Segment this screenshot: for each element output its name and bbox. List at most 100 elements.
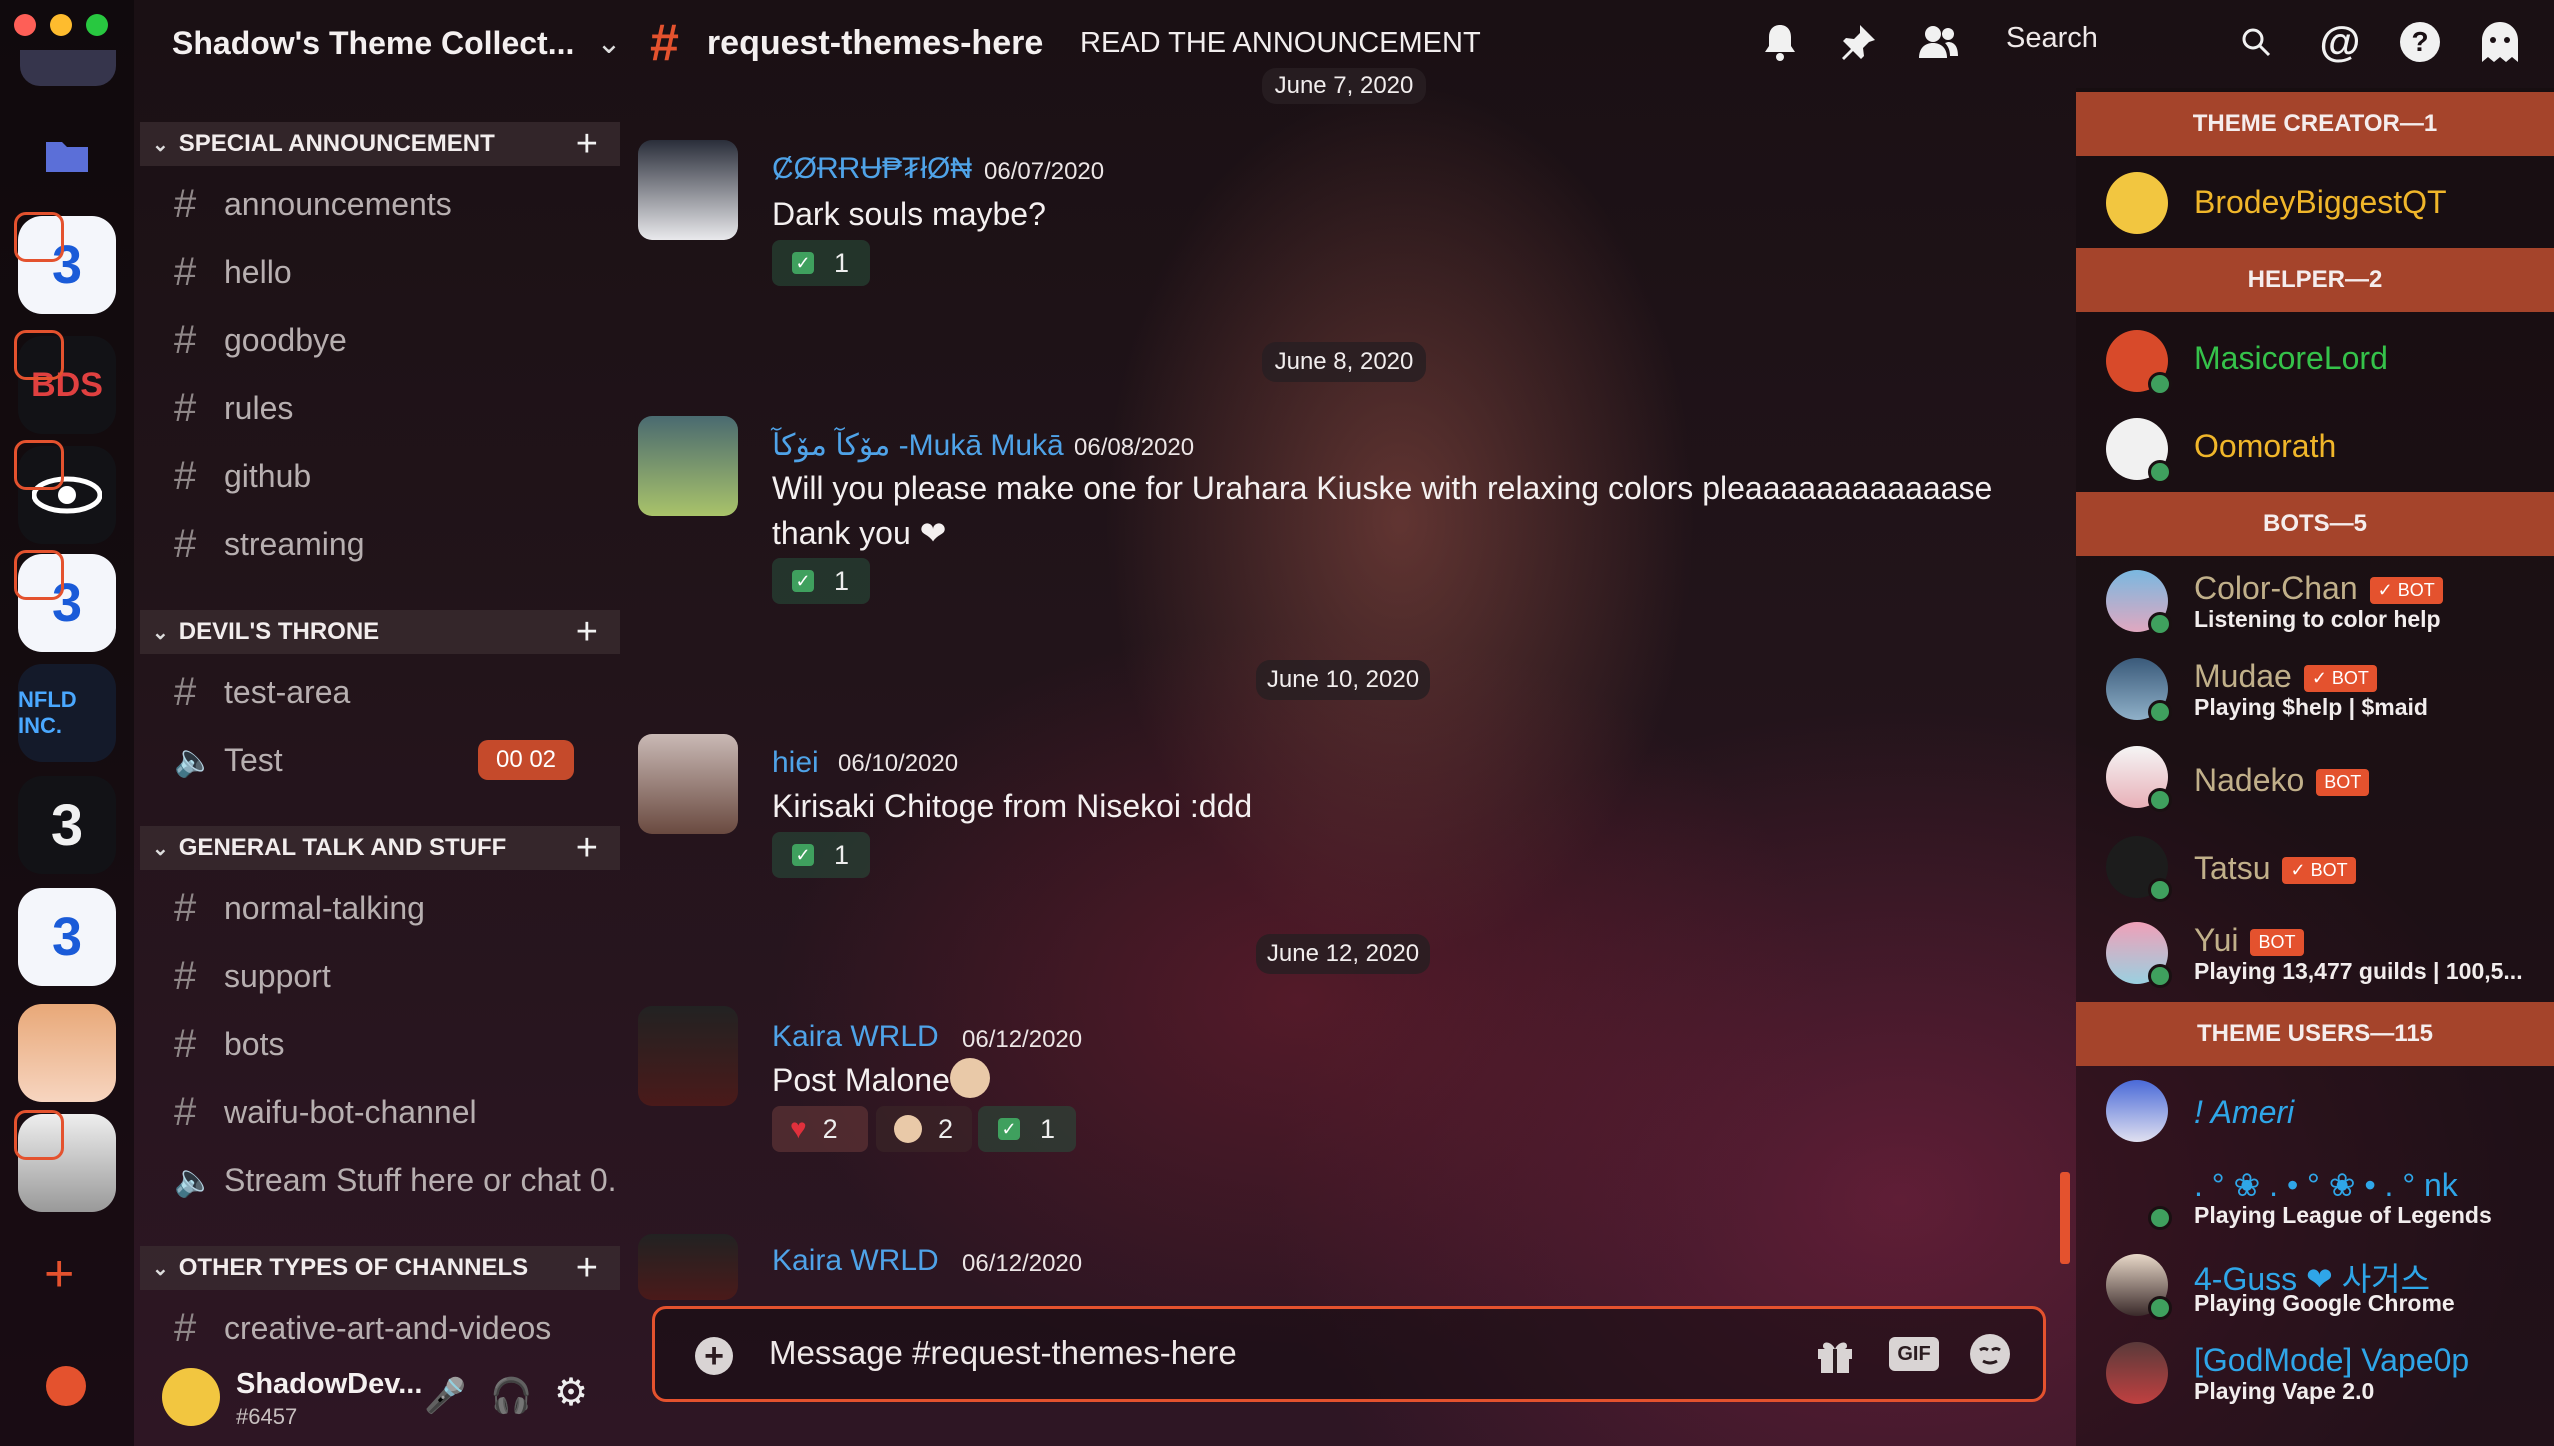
member-name[interactable]: Oomorath [2194, 428, 2336, 465]
add-channel-icon[interactable]: + [576, 123, 598, 166]
members-icon[interactable] [1916, 20, 1960, 64]
date-divider: June 7, 2020 [1262, 68, 1426, 104]
member-name[interactable]: . ° ❀ . • ° ❀ • . ° nk [2194, 1166, 2458, 1204]
category-other-types[interactable]: ⌄ OTHER TYPES OF CHANNELS + [140, 1246, 620, 1290]
search-icon[interactable] [2234, 20, 2278, 64]
channel-normal-talking[interactable]: # normal-talking [174, 882, 425, 934]
role-header: BOTS—5 [2076, 492, 2554, 556]
channel-streaming[interactable]: # streaming [174, 518, 365, 570]
reaction-check[interactable]: ✓ 1 [772, 832, 870, 878]
avatar[interactable] [2106, 172, 2168, 234]
message-text: Dark souls maybe? [772, 196, 1046, 232]
reaction-count: 1 [834, 839, 850, 870]
message-composer[interactable]: + Message #request-themes-here GIF [652, 1306, 2046, 1402]
message-author[interactable]: hiei [772, 746, 819, 780]
member-name[interactable]: [GodMode] Vape0p [2194, 1342, 2469, 1379]
reaction-check[interactable]: ✓ 1 [772, 240, 870, 286]
gear-icon[interactable]: ⚙ [554, 1370, 588, 1415]
message-author[interactable]: Kaira WRLD [772, 1244, 939, 1278]
avatar[interactable] [638, 416, 738, 516]
gif-button[interactable]: GIF [1889, 1337, 1939, 1371]
add-server-icon[interactable]: + [44, 1244, 74, 1304]
hash-icon: # [174, 181, 197, 226]
add-channel-icon[interactable]: + [576, 611, 598, 654]
add-channel-icon[interactable]: + [576, 1247, 598, 1290]
server-icon-b3-dark[interactable]: 3 [18, 776, 116, 874]
server-icon-anime-girl[interactable] [18, 1004, 116, 1102]
member-name[interactable]: Nadeko BOT [2194, 762, 2370, 799]
avatar[interactable] [2106, 1342, 2168, 1404]
maximize-window-button[interactable] [86, 14, 108, 36]
message-author[interactable]: ȻØɌɌɄ₱₮łØ₦ [772, 152, 972, 186]
channel-waifu-bot[interactable]: # waifu-bot-channel [174, 1086, 477, 1138]
channel-bots[interactable]: # bots [174, 1018, 284, 1070]
channel-github[interactable]: # github [174, 450, 311, 502]
reaction-check[interactable]: ✓ 1 [772, 558, 870, 604]
guild-header[interactable]: Shadow's Theme Collect... ⌄ [134, 0, 630, 86]
message-author[interactable]: مۆكآ مۆكآ -Mukā Mukā [772, 428, 1064, 463]
avatar[interactable] [2106, 1080, 2168, 1142]
explore-servers-icon[interactable] [46, 1366, 86, 1406]
channel-label: streaming [224, 525, 365, 562]
member-name[interactable]: Yui BOT [2194, 922, 2304, 959]
hash-icon: # [174, 1089, 197, 1134]
avatar[interactable] [638, 140, 738, 240]
avatar[interactable] [162, 1368, 220, 1426]
close-window-button[interactable] [14, 14, 36, 36]
channel-rules[interactable]: # rules [174, 382, 293, 434]
voice-channel-test[interactable]: 🔈 Test [174, 734, 283, 786]
member-name[interactable]: Color-Chan ✓ BOT [2194, 570, 2443, 607]
scrollbar-thumb[interactable] [2060, 1172, 2070, 1264]
channel-announcements[interactable]: # announcements [174, 178, 452, 230]
hash-icon: # [174, 1305, 197, 1350]
message-input[interactable]: Message #request-themes-here [769, 1334, 1237, 1372]
guild-name: Shadow's Theme Collect... [172, 24, 575, 61]
search-input[interactable]: Search [2006, 22, 2098, 55]
add-channel-icon[interactable]: + [576, 827, 598, 870]
member-name[interactable]: Mudae ✓ BOT [2194, 658, 2377, 695]
server-icon-b3-blue[interactable]: 3 [18, 888, 116, 986]
member-status: Playing Vape 2.0 [2194, 1378, 2375, 1404]
folder-icon[interactable] [44, 136, 90, 179]
reaction-check[interactable]: ✓ 1 [978, 1106, 1076, 1152]
home-button[interactable] [20, 50, 116, 86]
gift-icon[interactable] [1815, 1335, 1855, 1380]
help-icon[interactable]: ? [2398, 20, 2442, 64]
avatar[interactable] [638, 1234, 738, 1300]
channel-hello[interactable]: # hello [174, 246, 292, 298]
channel-test-area[interactable]: # test-area [174, 666, 350, 718]
channel-label: goodbye [224, 321, 347, 358]
category-label: DEVIL'S THRONE [178, 618, 380, 645]
category-devils-throne[interactable]: ⌄ DEVIL'S THRONE + [140, 610, 620, 654]
attach-plus-icon[interactable]: + [695, 1337, 733, 1375]
pin-icon[interactable] [1836, 20, 1880, 64]
member-name[interactable]: MasicoreLord [2194, 340, 2388, 377]
reaction-post-malone[interactable]: 2 [876, 1106, 972, 1152]
online-status-icon [2148, 964, 2172, 988]
headphones-icon[interactable]: 🎧 [490, 1376, 532, 1416]
emoji-picker-icon[interactable] [1969, 1333, 2011, 1380]
category-special-announcement[interactable]: ⌄ SPECIAL ANNOUNCEMENT + [140, 122, 620, 166]
bell-icon[interactable] [1758, 20, 1802, 64]
online-status-icon [2148, 788, 2172, 812]
ghost-icon[interactable] [2478, 20, 2522, 64]
member-name[interactable]: BrodeyBiggestQT [2194, 184, 2447, 221]
channel-support[interactable]: # support [174, 950, 331, 1002]
mentions-icon[interactable]: @ [2318, 18, 2362, 65]
reaction-heart[interactable]: ♥ 2 [772, 1106, 868, 1152]
hash-icon: # [174, 385, 197, 430]
server-icon-nfld[interactable]: NFLD INC. [18, 664, 116, 762]
minimize-window-button[interactable] [50, 14, 72, 36]
voice-channel-stream[interactable]: 🔈 Stream Stuff here or chat 0. [174, 1154, 617, 1206]
member-name[interactable]: Tatsu ✓ BOT [2194, 850, 2356, 887]
avatar[interactable] [638, 734, 738, 834]
category-general-talk[interactable]: ⌄ GENERAL TALK AND STUFF + [140, 826, 620, 870]
channel-name: request-themes-here [706, 23, 1044, 62]
channel-goodbye[interactable]: # goodbye [174, 314, 347, 366]
avatar[interactable] [638, 1006, 738, 1106]
message-author[interactable]: Kaira WRLD [772, 1020, 939, 1054]
online-status-icon [2148, 700, 2172, 724]
mute-mic-icon[interactable]: 🎤 [424, 1376, 466, 1416]
channel-label: Test [224, 741, 283, 778]
member-name[interactable]: ! Ameri [2194, 1094, 2294, 1131]
